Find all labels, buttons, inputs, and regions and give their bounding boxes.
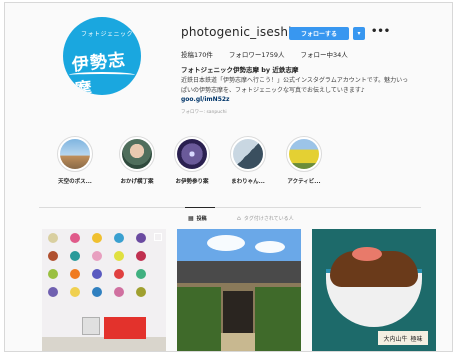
dot [48,287,58,297]
highlight-ring [174,136,210,172]
highlight-label: 天空のポス... [58,179,92,185]
follow-button[interactable]: フォローする [289,27,349,40]
dot [136,251,146,261]
dot [92,269,102,279]
hedge [255,287,301,351]
posts-count: 投稿170件 [181,51,213,59]
gate [223,291,253,335]
highlight-thumbnail [233,139,263,169]
carousel-icon [154,233,162,241]
story-highlight[interactable]: 天空のポス... [51,136,99,185]
speaker-object [82,317,100,335]
bio-text-line: 近鉄日本鉄道「伊勢志摩へ行こう！」公式インスタグラムアカウントです。魅力いっ [181,77,409,84]
dot [114,233,124,243]
dot [70,251,80,261]
post-thumbnail-dots-art[interactable] [42,229,166,351]
avatar-logo-text: 伊勢志摩 [71,50,127,95]
dot [92,287,102,297]
dot [92,251,102,261]
highlight-label: まわりゃん... [231,179,265,185]
tag-icon: ⌂ [237,215,241,222]
ellipsis-icon[interactable]: ••• [371,26,390,37]
dot [114,269,124,279]
sign-text: 極味 [410,335,423,343]
dot [136,269,146,279]
chevron-down-icon: ▾ [357,30,361,37]
avatar-arc-text: フォトジェニック [81,31,134,38]
profile-full-name: フォトジェニック伊勢志摩 by 近鉄志摩 [181,66,299,74]
suggestions-dropdown-button[interactable]: ▾ [353,27,365,40]
story-highlight[interactable]: おかげ横丁案 [113,136,161,185]
dot [70,233,80,243]
dot [48,251,58,261]
cloud [255,241,285,253]
profile-stats: 投稿170件 フォロワー1759人 フォロー中34人 [181,49,348,59]
post-thumbnail-beef-bowl[interactable]: 大内山牛 極味 [312,229,436,351]
highlight-label: おかげ横丁案 [120,179,154,185]
pickled-ginger [352,247,382,261]
highlight-thumbnail [122,139,152,169]
highlight-ring [57,136,93,172]
followed-by-text[interactable]: フォロワー: sanpuchi [181,109,227,115]
dot [70,287,80,297]
post-thumbnail-gate[interactable] [177,229,301,351]
story-highlight[interactable]: お伊勢参り案 [168,136,216,185]
dot [136,287,146,297]
dot [92,233,102,243]
tab-label: 投稿 [196,216,207,222]
roof [177,261,301,283]
hedge [177,287,221,351]
story-highlight[interactable]: アクティビ... [280,136,328,185]
highlight-thumbnail [60,139,90,169]
highlight-ring [286,136,322,172]
profile-avatar[interactable]: フォトジェニック 伊勢志摩 [63,17,141,95]
sign-text: 大内山牛 [383,335,408,343]
dot [114,287,124,297]
tab-label: タグ付けされている人 [243,216,294,222]
followers-count[interactable]: フォロワー1759人 [229,49,285,59]
shop-sign: 大内山牛 極味 [378,331,428,345]
bio-text-line: ぱいの伊勢志摩を、フォトジェニックな写真でお伝えしていきます♪ [181,87,365,94]
highlight-thumbnail [289,139,319,169]
dot [70,269,80,279]
grid-icon: ▦ [188,215,194,222]
dot [136,233,146,243]
tabs-divider [39,207,421,208]
tab-tagged[interactable]: ⌂ タグ付けされている人 [237,215,294,222]
story-highlight[interactable]: まわりゃん... [224,136,272,185]
table-surface [42,337,166,351]
highlight-ring [119,136,155,172]
red-box-object [104,317,146,339]
dot [48,269,58,279]
dot [114,251,124,261]
highlight-ring [230,136,266,172]
highlight-thumbnail [177,139,207,169]
avatar-wave-decoration [69,72,135,78]
bio-link[interactable]: goo.gl/imN52z [181,96,230,103]
cloud [207,235,245,251]
dot [48,233,58,243]
instagram-profile-page: フォトジェニック 伊勢志摩 photogenic_iseshima フォローする… [4,2,453,352]
highlight-label: アクティビ... [287,179,321,185]
stone-path [221,333,255,351]
highlight-label: お伊勢参り案 [175,179,209,185]
active-tab-indicator [185,207,215,208]
tab-posts[interactable]: ▦ 投稿 [188,215,207,222]
following-count[interactable]: フォロー中34人 [300,49,347,59]
